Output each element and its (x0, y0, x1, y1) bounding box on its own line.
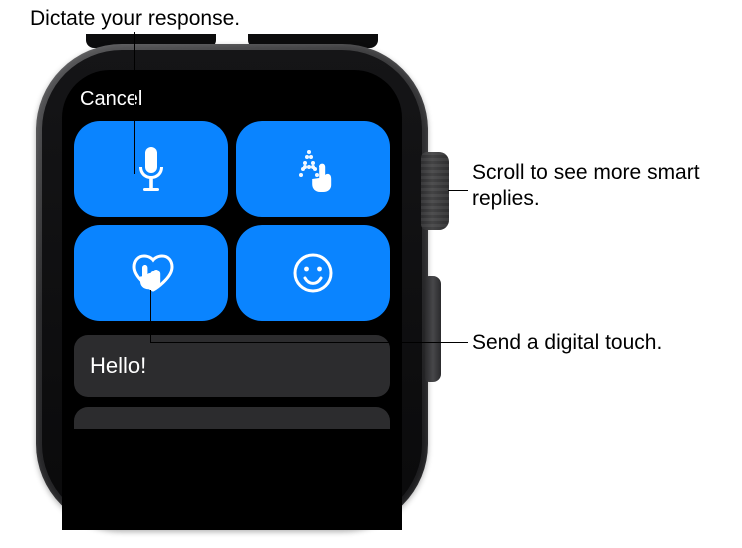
callout-dictate: Dictate your response. (30, 6, 240, 32)
side-button[interactable] (425, 276, 441, 382)
callout-leader-line (150, 342, 468, 343)
dictate-button[interactable] (74, 121, 228, 217)
digital-touch-button[interactable] (74, 225, 228, 321)
watch-case: Cancel (36, 44, 428, 530)
digital-crown[interactable] (421, 152, 449, 230)
emoji-icon (291, 251, 335, 295)
reply-options-grid (74, 121, 390, 321)
cancel-button[interactable]: Cancel (74, 84, 390, 121)
callout-scroll: Scroll to see more smart replies. (472, 160, 722, 213)
smart-reply-item[interactable] (74, 407, 390, 429)
scribble-button[interactable] (236, 121, 390, 217)
emoji-button[interactable] (236, 225, 390, 321)
callout-leader-line (448, 190, 468, 191)
callout-digital-touch: Send a digital touch. (472, 330, 662, 356)
callout-leader-line (150, 290, 151, 342)
callout-leader-line (134, 32, 135, 174)
digital-touch-icon (124, 250, 178, 296)
smart-reply-item[interactable]: Hello! (74, 335, 390, 397)
watch-screen: Cancel (62, 70, 402, 530)
scribble-icon (285, 145, 341, 193)
microphone-icon (134, 145, 168, 193)
